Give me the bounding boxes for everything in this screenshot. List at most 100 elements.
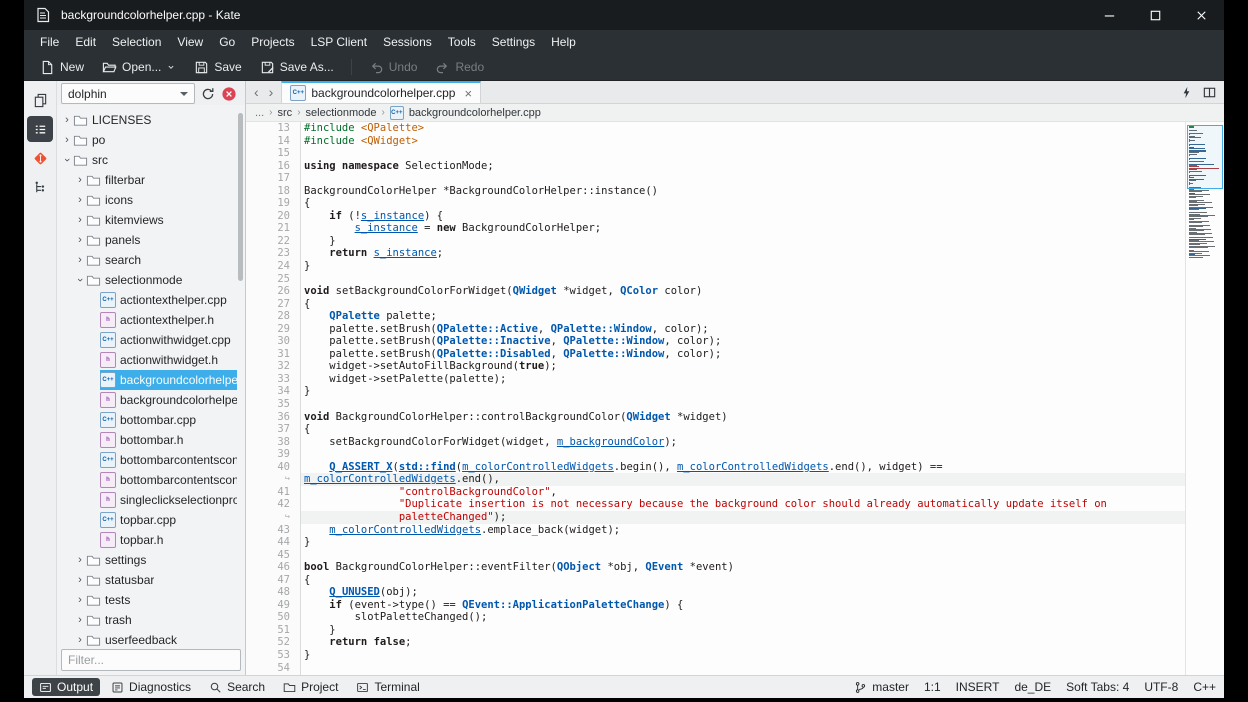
project-toolview-button[interactable]: Project — [276, 678, 345, 696]
undo-button[interactable]: Undo — [361, 58, 426, 77]
minimap-line — [1189, 246, 1208, 248]
menu-item-view[interactable]: View — [169, 30, 211, 54]
new-button[interactable]: New — [32, 58, 92, 77]
document-tab[interactable]: C++ backgroundcolorhelper.cpp × — [281, 81, 482, 103]
tree-item-statusbar[interactable]: › statusbar — [57, 570, 245, 590]
minimap-viewport[interactable] — [1187, 125, 1223, 189]
tree-item-backgroundcolorhelper-c-[interactable]: C++ backgroundcolorhelper.c... — [57, 370, 245, 390]
close-project-button[interactable] — [221, 86, 237, 102]
tree-item-src[interactable]: › src — [57, 150, 245, 170]
expander-icon[interactable]: › — [74, 614, 86, 626]
menu-item-projects[interactable]: Projects — [243, 30, 302, 54]
save-button[interactable]: Save — [186, 58, 249, 77]
save-as-button[interactable]: Save As... — [252, 58, 342, 77]
tree-item-licenses[interactable]: › LICENSES — [57, 110, 245, 130]
minimize-button[interactable] — [1086, 0, 1132, 30]
code-segment: if — [329, 209, 342, 222]
breadcrumb-item[interactable]: selectionmode — [306, 107, 377, 119]
maximize-button[interactable] — [1132, 0, 1178, 30]
tree-item-actiontexthelper-h[interactable]: h actiontexthelper.h — [57, 310, 245, 330]
refresh-button[interactable] — [200, 86, 216, 102]
output-toolview-button[interactable]: Output — [32, 678, 101, 696]
expander-icon[interactable]: › — [61, 134, 73, 146]
tree-item-icons[interactable]: › icons — [57, 190, 245, 210]
tree-item-topbar-cpp[interactable]: C++ topbar.cpp — [57, 510, 245, 530]
project-selector[interactable]: dolphin — [61, 83, 195, 104]
tree-item-trash[interactable]: › trash — [57, 610, 245, 630]
close-button[interactable] — [1178, 0, 1224, 30]
tree-item-topbar-h[interactable]: h topbar.h — [57, 530, 245, 550]
tree-item-bottombarcontentscont-[interactable]: h bottombarcontentscont... — [57, 470, 245, 490]
code-segment: (! — [341, 209, 361, 222]
status-git-branch[interactable]: master — [854, 680, 909, 694]
menu-item-file[interactable]: File — [32, 30, 67, 54]
code-segment: #include — [304, 122, 361, 134]
expander-icon[interactable]: › — [61, 154, 73, 166]
tree-item-actionwithwidget-h[interactable]: h actionwithwidget.h — [57, 350, 245, 370]
tree-item-userfeedback[interactable]: › userfeedback — [57, 630, 245, 646]
search-toolview-button[interactable]: Search — [202, 678, 272, 696]
tree-item-po[interactable]: › po — [57, 130, 245, 150]
tree-item-actiontexthelper-cpp[interactable]: C++ actiontexthelper.cpp — [57, 290, 245, 310]
menu-item-selection[interactable]: Selection — [104, 30, 169, 54]
back-button[interactable]: ‹ — [254, 84, 259, 100]
tree-item-bottombar-h[interactable]: h bottombar.h — [57, 430, 245, 450]
sidebar-git-button[interactable] — [27, 145, 53, 171]
expander-icon[interactable]: › — [61, 114, 73, 126]
tree-item-tests[interactable]: › tests — [57, 590, 245, 610]
status-cursor-position[interactable]: 1:1 — [924, 680, 941, 694]
lightning-icon[interactable] — [1180, 86, 1193, 99]
expander-icon[interactable]: › — [74, 214, 86, 226]
diagnostics-toolview-button[interactable]: Diagnostics — [104, 678, 198, 696]
menu-item-sessions[interactable]: Sessions — [375, 30, 440, 54]
expander-icon[interactable]: › — [74, 174, 86, 186]
tree-item-actionwithwidget-cpp[interactable]: C++ actionwithwidget.cpp — [57, 330, 245, 350]
menu-item-settings[interactable]: Settings — [484, 30, 543, 54]
text-editor[interactable]: 13 #include <QPalette> 14 #include <QWidget… — [246, 122, 1185, 675]
terminal-toolview-button[interactable]: Terminal — [349, 678, 426, 696]
expander-icon[interactable]: › — [74, 554, 86, 566]
expander-icon[interactable]: › — [74, 574, 86, 586]
menu-item-go[interactable]: Go — [211, 30, 243, 54]
open-button[interactable]: Open... — [94, 58, 184, 77]
tree-item-backgroundcolorhelper-h[interactable]: h backgroundcolorhelper.h — [57, 390, 245, 410]
tree-item-search[interactable]: › search — [57, 250, 245, 270]
expander-icon[interactable]: › — [74, 274, 86, 286]
status-syntax-mode[interactable]: C++ — [1193, 680, 1216, 694]
sidebar-symbols-button[interactable] — [27, 174, 53, 200]
tree-item-bottombarcontentscont-[interactable]: C++ bottombarcontentscont... — [57, 450, 245, 470]
tree-item-selectionmode[interactable]: › selectionmode — [57, 270, 245, 290]
status-tab-settings[interactable]: Soft Tabs: 4 — [1066, 680, 1129, 694]
sidebar-project-files-button[interactable] — [27, 116, 53, 142]
tree-item-panels[interactable]: › panels — [57, 230, 245, 250]
tree-item-singleclickselectionproxy-[interactable]: h singleclickselectionproxy... — [57, 490, 245, 510]
tree-item-bottombar-cpp[interactable]: C++ bottombar.cpp — [57, 410, 245, 430]
expander-icon[interactable]: › — [74, 194, 86, 206]
breadcrumb-item[interactable]: ... — [255, 107, 264, 119]
expander-icon[interactable]: › — [74, 234, 86, 246]
status-encoding[interactable]: UTF-8 — [1144, 680, 1178, 694]
menu-item-lsp-client[interactable]: LSP Client — [303, 30, 375, 54]
forward-button[interactable]: › — [269, 84, 274, 100]
breadcrumb-item[interactable]: src — [278, 107, 293, 119]
sidebar-documents-button[interactable] — [27, 87, 53, 113]
menu-item-help[interactable]: Help — [543, 30, 584, 54]
expander-icon[interactable]: › — [74, 254, 86, 266]
status-input-mode[interactable]: INSERT — [956, 680, 1000, 694]
tab-close-icon[interactable]: × — [464, 86, 472, 101]
redo-button[interactable]: Redo — [427, 58, 492, 77]
code-segment: , color); — [651, 322, 709, 335]
tree-scrollbar[interactable] — [238, 113, 243, 281]
menu-item-edit[interactable]: Edit — [67, 30, 104, 54]
menu-item-tools[interactable]: Tools — [440, 30, 484, 54]
minimap-scrollbar[interactable] — [1185, 122, 1224, 675]
filter-input[interactable]: Filter... — [61, 649, 241, 671]
tree-item-kitemviews[interactable]: › kitemviews — [57, 210, 245, 230]
status-dictionary[interactable]: de_DE — [1014, 680, 1051, 694]
breadcrumb-item[interactable]: backgroundcolorhelper.cpp — [409, 107, 541, 119]
split-view-icon[interactable] — [1202, 85, 1217, 100]
expander-icon[interactable]: › — [74, 634, 86, 646]
tree-item-filterbar[interactable]: › filterbar — [57, 170, 245, 190]
tree-item-settings[interactable]: › settings — [57, 550, 245, 570]
expander-icon[interactable]: › — [74, 594, 86, 606]
